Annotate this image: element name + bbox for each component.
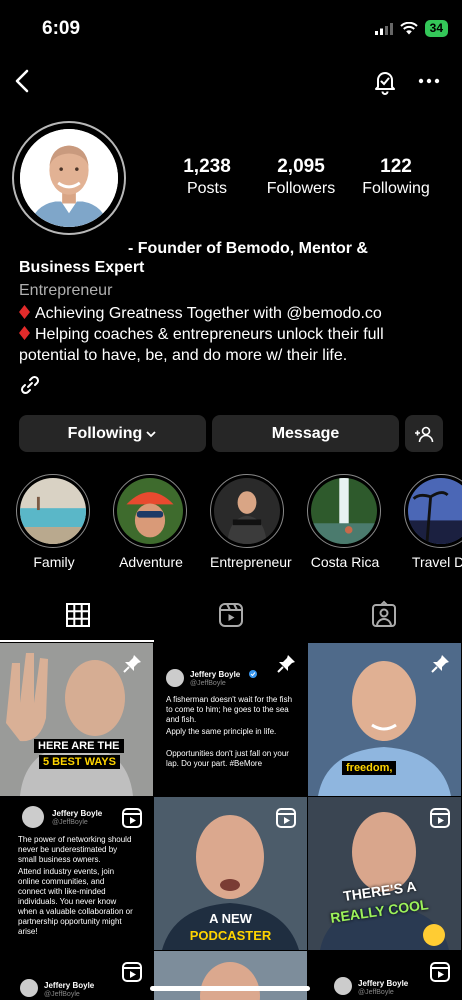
post-tile[interactable]: freedom, bbox=[308, 643, 461, 796]
post-caption-highlight: 5 BEST WAYS bbox=[39, 755, 120, 769]
following-count: 122 bbox=[380, 156, 412, 177]
bio-line-2: Helping coaches & entrepreneurs unlock t… bbox=[19, 324, 384, 345]
post-tile[interactable]: Jeffery Boyle @JeffBoyle bbox=[0, 951, 153, 1000]
reels-tab-icon[interactable] bbox=[216, 600, 246, 630]
posts-label: Posts bbox=[186, 180, 227, 197]
message-button-label: Message bbox=[271, 424, 340, 442]
grid-tab-icon[interactable] bbox=[63, 600, 93, 630]
bio-name-line1: - Founder of Bemodo, Mentor & bbox=[128, 240, 368, 257]
post-tile[interactable] bbox=[154, 951, 307, 1000]
post-author-name: Jeffery Boyle bbox=[52, 809, 103, 818]
add-user-button[interactable] bbox=[405, 415, 443, 452]
red-diamond-icon bbox=[19, 305, 30, 319]
following-button-label: Following bbox=[67, 424, 143, 442]
stat-followers[interactable]: 2,095 Followers bbox=[261, 156, 341, 200]
post-caption: HERE ARE THE bbox=[34, 739, 124, 753]
highlight-costa-rica-image bbox=[311, 478, 377, 544]
reel-icon bbox=[430, 808, 450, 828]
post-author-handle: @JeffBoyle bbox=[358, 989, 394, 996]
post-text: The power of networking should never be … bbox=[18, 835, 132, 864]
chevron-down-icon bbox=[146, 430, 156, 437]
add-user-icon bbox=[415, 426, 434, 442]
bio-line-1: Achieving Greatness Together with @bemod… bbox=[19, 303, 382, 324]
pin-icon bbox=[123, 655, 141, 673]
post-tile[interactable]: Jeffery Boyle @JeffBoyle A fisherman doe… bbox=[154, 643, 307, 796]
tagged-tab-icon[interactable] bbox=[369, 600, 399, 630]
message-button[interactable]: Message bbox=[212, 415, 399, 452]
stat-following[interactable]: 122 Following bbox=[356, 156, 436, 200]
author-avatar bbox=[20, 979, 38, 997]
highlight-family-image bbox=[20, 478, 86, 544]
post-photo bbox=[154, 951, 307, 1000]
highlight-family[interactable]: Family bbox=[16, 474, 92, 570]
post-author-name: Jeffery Boyle bbox=[44, 981, 95, 990]
profile-photo bbox=[20, 129, 118, 227]
reel-icon bbox=[122, 808, 142, 828]
author-avatar bbox=[166, 669, 184, 687]
verified-badge-icon bbox=[249, 670, 257, 678]
bio-category: Entrepreneur bbox=[19, 282, 113, 299]
pin-icon bbox=[277, 655, 295, 673]
reel-icon bbox=[430, 962, 450, 982]
highlight-adventure-image bbox=[117, 478, 183, 544]
post-tile[interactable]: Jeffery Boyle @JeffBoyle bbox=[308, 951, 461, 1000]
wifi-icon bbox=[399, 22, 418, 35]
link-icon[interactable] bbox=[19, 374, 41, 396]
author-avatar bbox=[334, 977, 352, 995]
profile-avatar[interactable] bbox=[12, 121, 126, 235]
post-author-name: Jeffery Boyle bbox=[358, 979, 409, 988]
bio-name-line2: Business Expert bbox=[19, 259, 145, 276]
home-indicator bbox=[150, 986, 310, 991]
following-label: Following bbox=[362, 180, 430, 197]
status-icons: 34 bbox=[374, 20, 448, 37]
followers-count: 2,095 bbox=[277, 156, 325, 177]
following-button[interactable]: Following bbox=[19, 415, 206, 452]
signal-icon bbox=[374, 22, 393, 35]
post-caption-highlight: PODCASTER bbox=[189, 928, 272, 943]
post-caption-highlight: freedom, bbox=[342, 761, 397, 775]
post-text: Attend industry events, join online comm… bbox=[18, 867, 133, 936]
highlight-travel-image bbox=[408, 478, 462, 544]
more-options-icon[interactable] bbox=[414, 66, 444, 96]
reel-icon bbox=[122, 962, 142, 982]
highlight-adventure[interactable]: Adventure bbox=[113, 474, 189, 570]
post-tile[interactable]: THERE'S A REALLY COOL bbox=[308, 797, 461, 950]
post-author-handle: @JeffBoyle bbox=[190, 680, 226, 687]
highlight-travel-label: Travel De bbox=[411, 554, 462, 570]
post-author-name: Jeffery Boyle bbox=[190, 670, 241, 679]
highlight-entrepreneur-label: Entrepreneur bbox=[210, 554, 292, 570]
highlight-entrepreneur[interactable]: Entrepreneur bbox=[210, 474, 292, 570]
post-text: A fisherman doesn't wait for the fish to… bbox=[166, 695, 293, 724]
bio-line-3: potential to have, be, and do more w/ th… bbox=[19, 347, 348, 364]
pin-icon bbox=[431, 655, 449, 673]
followers-label: Followers bbox=[266, 180, 336, 197]
stat-posts[interactable]: 1,238 Posts bbox=[172, 156, 242, 200]
post-text: Opportunities don't just fall on your la… bbox=[166, 749, 289, 768]
posts-count: 1,238 bbox=[183, 156, 231, 177]
highlight-costa-rica[interactable]: Costa Rica bbox=[307, 474, 383, 570]
bio-line-2-text: Helping coaches & entrepreneurs unlock t… bbox=[35, 326, 384, 343]
post-tile[interactable]: HERE ARE THE 5 BEST WAYS bbox=[0, 643, 153, 796]
red-diamond-icon bbox=[19, 326, 30, 340]
highlight-adventure-label: Adventure bbox=[119, 554, 183, 570]
bio-line-1-text[interactable]: Achieving Greatness Together with @bemod… bbox=[35, 305, 382, 322]
post-author-handle: @JeffBoyle bbox=[44, 991, 80, 998]
battery-icon: 34 bbox=[424, 20, 448, 37]
post-tile[interactable]: Jeffery Boyle @JeffBoyle The power of ne… bbox=[0, 797, 153, 950]
reel-icon bbox=[276, 808, 296, 828]
highlight-travel[interactable]: Travel De bbox=[404, 474, 462, 570]
post-caption: A NEW bbox=[209, 911, 252, 926]
back-icon[interactable] bbox=[8, 66, 38, 96]
post-text: Apply the same principle in life. bbox=[166, 727, 277, 736]
post-tile[interactable]: A NEW PODCASTER bbox=[154, 797, 307, 950]
post-author-handle: @JeffBoyle bbox=[52, 819, 88, 826]
highlight-entrepreneur-image bbox=[214, 478, 280, 544]
notification-bell-icon[interactable] bbox=[370, 66, 400, 96]
author-avatar bbox=[22, 806, 44, 828]
highlight-costa-rica-label: Costa Rica bbox=[310, 554, 380, 570]
highlight-family-label: Family bbox=[33, 554, 75, 570]
status-time: 6:09 bbox=[42, 18, 81, 39]
active-tab-indicator bbox=[0, 640, 154, 642]
